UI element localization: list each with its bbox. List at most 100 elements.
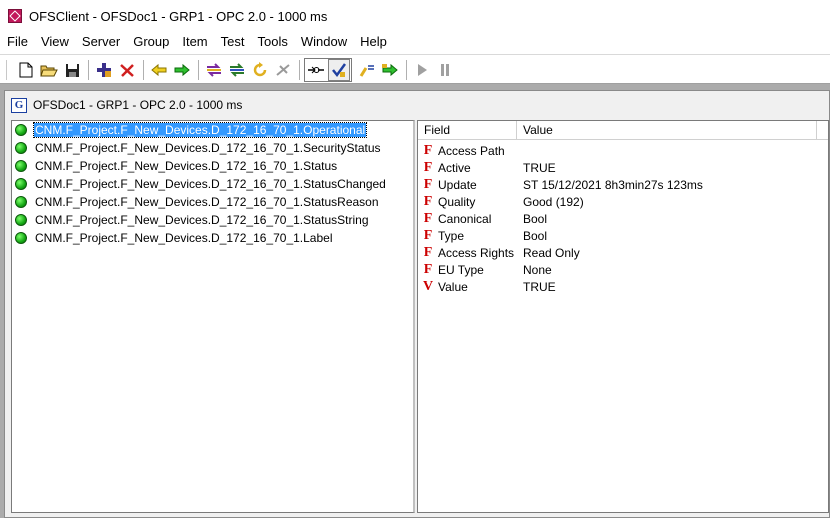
item-label[interactable]: CNM.F_Project.F_New_Devices.D_172_16_70_… bbox=[34, 231, 334, 245]
item-tree-pane[interactable]: CNM.F_Project.F_New_Devices.D_172_16_70_… bbox=[11, 120, 415, 513]
new-icon[interactable] bbox=[15, 59, 37, 81]
delete-icon[interactable] bbox=[116, 59, 138, 81]
item-label[interactable]: CNM.F_Project.F_New_Devices.D_172_16_70_… bbox=[34, 177, 387, 191]
menu-help[interactable]: Help bbox=[353, 32, 393, 52]
list-item[interactable]: CNM.F_Project.F_New_Devices.D_172_16_70_… bbox=[12, 193, 413, 211]
window-title: OFSClient - OFSDoc1 - GRP1 - OPC 2.0 - 1… bbox=[29, 8, 328, 24]
save-icon[interactable] bbox=[61, 59, 83, 81]
table-row[interactable]: F Canonical Bool bbox=[418, 210, 828, 227]
field-icon: F bbox=[423, 193, 433, 209]
table-row[interactable]: V Value TRUE bbox=[418, 278, 828, 295]
status-ok-icon bbox=[15, 124, 27, 136]
properties-pane[interactable]: Field Value F Access Path F Active TRUE F Upda… bbox=[417, 120, 829, 513]
disconnect-icon[interactable] bbox=[272, 59, 294, 81]
value-cell: None bbox=[523, 262, 552, 277]
menu-file[interactable]: File bbox=[0, 32, 34, 52]
toolbar bbox=[0, 54, 830, 84]
connect-icon[interactable] bbox=[305, 59, 327, 81]
value-cell: Bool bbox=[523, 211, 548, 226]
field-cell: F Quality bbox=[418, 193, 517, 209]
arrow-left-icon[interactable] bbox=[148, 59, 170, 81]
open-folder-icon[interactable] bbox=[38, 59, 60, 81]
item-label[interactable]: CNM.F_Project.F_New_Devices.D_172_16_70_… bbox=[34, 159, 338, 173]
field-icon: F bbox=[423, 227, 433, 243]
menu-item[interactable]: Item bbox=[175, 32, 213, 52]
value-cell: TRUE bbox=[523, 160, 556, 175]
write-icon[interactable] bbox=[379, 59, 401, 81]
menu-view[interactable]: View bbox=[34, 32, 75, 52]
value-cell: ST 15/12/2021 8h3min27s 123ms bbox=[523, 177, 703, 192]
table-row[interactable]: F Active TRUE bbox=[418, 159, 828, 176]
menu-test[interactable]: Test bbox=[214, 32, 251, 52]
item-label[interactable]: CNM.F_Project.F_New_Devices.D_172_16_70_… bbox=[34, 141, 382, 155]
list-item[interactable]: CNM.F_Project.F_New_Devices.D_172_16_70_… bbox=[12, 121, 413, 139]
field-cell: V Value bbox=[418, 278, 517, 294]
item-label[interactable]: CNM.F_Project.F_New_Devices.D_172_16_70_… bbox=[32, 122, 368, 138]
field-label: Access Path bbox=[438, 143, 505, 158]
status-ok-icon bbox=[15, 214, 27, 226]
add-item-icon[interactable] bbox=[93, 59, 115, 81]
field-label: Type bbox=[438, 228, 465, 243]
field-label: EU Type bbox=[438, 262, 484, 277]
menu-bar: File View Server Group Item Test Tools Window He… bbox=[0, 32, 830, 52]
field-cell: F Canonical bbox=[418, 210, 517, 226]
value-cell: Read Only bbox=[523, 245, 580, 260]
status-ok-icon bbox=[15, 160, 27, 172]
table-row[interactable]: F Access Rights Read Only bbox=[418, 244, 828, 261]
toolbar-grip-icon[interactable] bbox=[6, 60, 11, 80]
table-row[interactable]: F EU Type None bbox=[418, 261, 828, 278]
menu-tools[interactable]: Tools bbox=[250, 32, 293, 52]
read-icon[interactable] bbox=[356, 59, 378, 81]
value-cell: Bool bbox=[523, 228, 548, 243]
title-bar: OFSClient - OFSDoc1 - GRP1 - OPC 2.0 - 1… bbox=[0, 0, 830, 32]
item-label[interactable]: CNM.F_Project.F_New_Devices.D_172_16_70_… bbox=[34, 213, 370, 227]
group-icon: G bbox=[11, 97, 27, 113]
list-item[interactable]: CNM.F_Project.F_New_Devices.D_172_16_70_… bbox=[12, 229, 413, 247]
play-icon[interactable] bbox=[411, 59, 433, 81]
field-label: Value bbox=[438, 279, 468, 294]
field-label: Access Rights bbox=[438, 245, 515, 260]
field-cell: F Update bbox=[418, 177, 517, 192]
arrow-right-icon[interactable] bbox=[171, 59, 193, 81]
table-row[interactable]: F Type Bool bbox=[418, 227, 828, 244]
app-icon bbox=[8, 9, 22, 23]
value-cell: TRUE bbox=[523, 279, 556, 294]
field-icon: F bbox=[423, 142, 433, 158]
document-title-bar: G OFSDoc1 - GRP1 - OPC 2.0 - 1000 ms bbox=[11, 96, 242, 114]
value-cell: Good (192) bbox=[523, 194, 584, 209]
menu-window[interactable]: Window bbox=[294, 32, 353, 52]
field-label: Update bbox=[438, 177, 477, 192]
list-item[interactable]: CNM.F_Project.F_New_Devices.D_172_16_70_… bbox=[12, 157, 413, 175]
column-header-field[interactable]: Field bbox=[418, 121, 517, 139]
refresh-icon[interactable] bbox=[249, 59, 271, 81]
value-icon: V bbox=[422, 278, 434, 294]
column-header-value[interactable]: Value bbox=[517, 121, 817, 139]
menu-server[interactable]: Server bbox=[75, 32, 126, 52]
status-ok-icon bbox=[15, 142, 27, 154]
field-icon: F bbox=[423, 210, 433, 226]
status-ok-icon bbox=[15, 232, 27, 244]
table-row[interactable]: F Update ST 15/12/2021 8h3min27s 123ms bbox=[418, 176, 828, 193]
field-icon: F bbox=[423, 244, 433, 260]
field-label: Canonical bbox=[438, 211, 492, 226]
properties-header: Field Value bbox=[418, 121, 828, 140]
sync-icon[interactable] bbox=[226, 59, 248, 81]
table-row[interactable]: F Access Path bbox=[418, 142, 828, 159]
checkmark-tool-icon[interactable] bbox=[328, 59, 350, 81]
field-label: Quality bbox=[438, 194, 476, 209]
field-cell: F Active bbox=[418, 159, 517, 175]
document-window: G OFSDoc1 - GRP1 - OPC 2.0 - 1000 ms CNM… bbox=[4, 90, 830, 518]
field-cell: F Type bbox=[418, 227, 517, 243]
list-item[interactable]: CNM.F_Project.F_New_Devices.D_172_16_70_… bbox=[12, 211, 413, 229]
menu-group[interactable]: Group bbox=[126, 32, 175, 52]
document-title: OFSDoc1 - GRP1 - OPC 2.0 - 1000 ms bbox=[33, 98, 243, 112]
pause-icon[interactable] bbox=[434, 59, 456, 81]
field-cell: F Access Rights bbox=[418, 244, 517, 260]
list-item[interactable]: CNM.F_Project.F_New_Devices.D_172_16_70_… bbox=[12, 175, 413, 193]
table-row[interactable]: F Quality Good (192) bbox=[418, 193, 828, 210]
swap-icon[interactable] bbox=[203, 59, 225, 81]
item-label[interactable]: CNM.F_Project.F_New_Devices.D_172_16_70_… bbox=[34, 195, 380, 209]
list-item[interactable]: CNM.F_Project.F_New_Devices.D_172_16_70_… bbox=[12, 139, 413, 157]
field-icon: F bbox=[423, 159, 433, 175]
field-cell: F Access Path bbox=[418, 142, 517, 158]
